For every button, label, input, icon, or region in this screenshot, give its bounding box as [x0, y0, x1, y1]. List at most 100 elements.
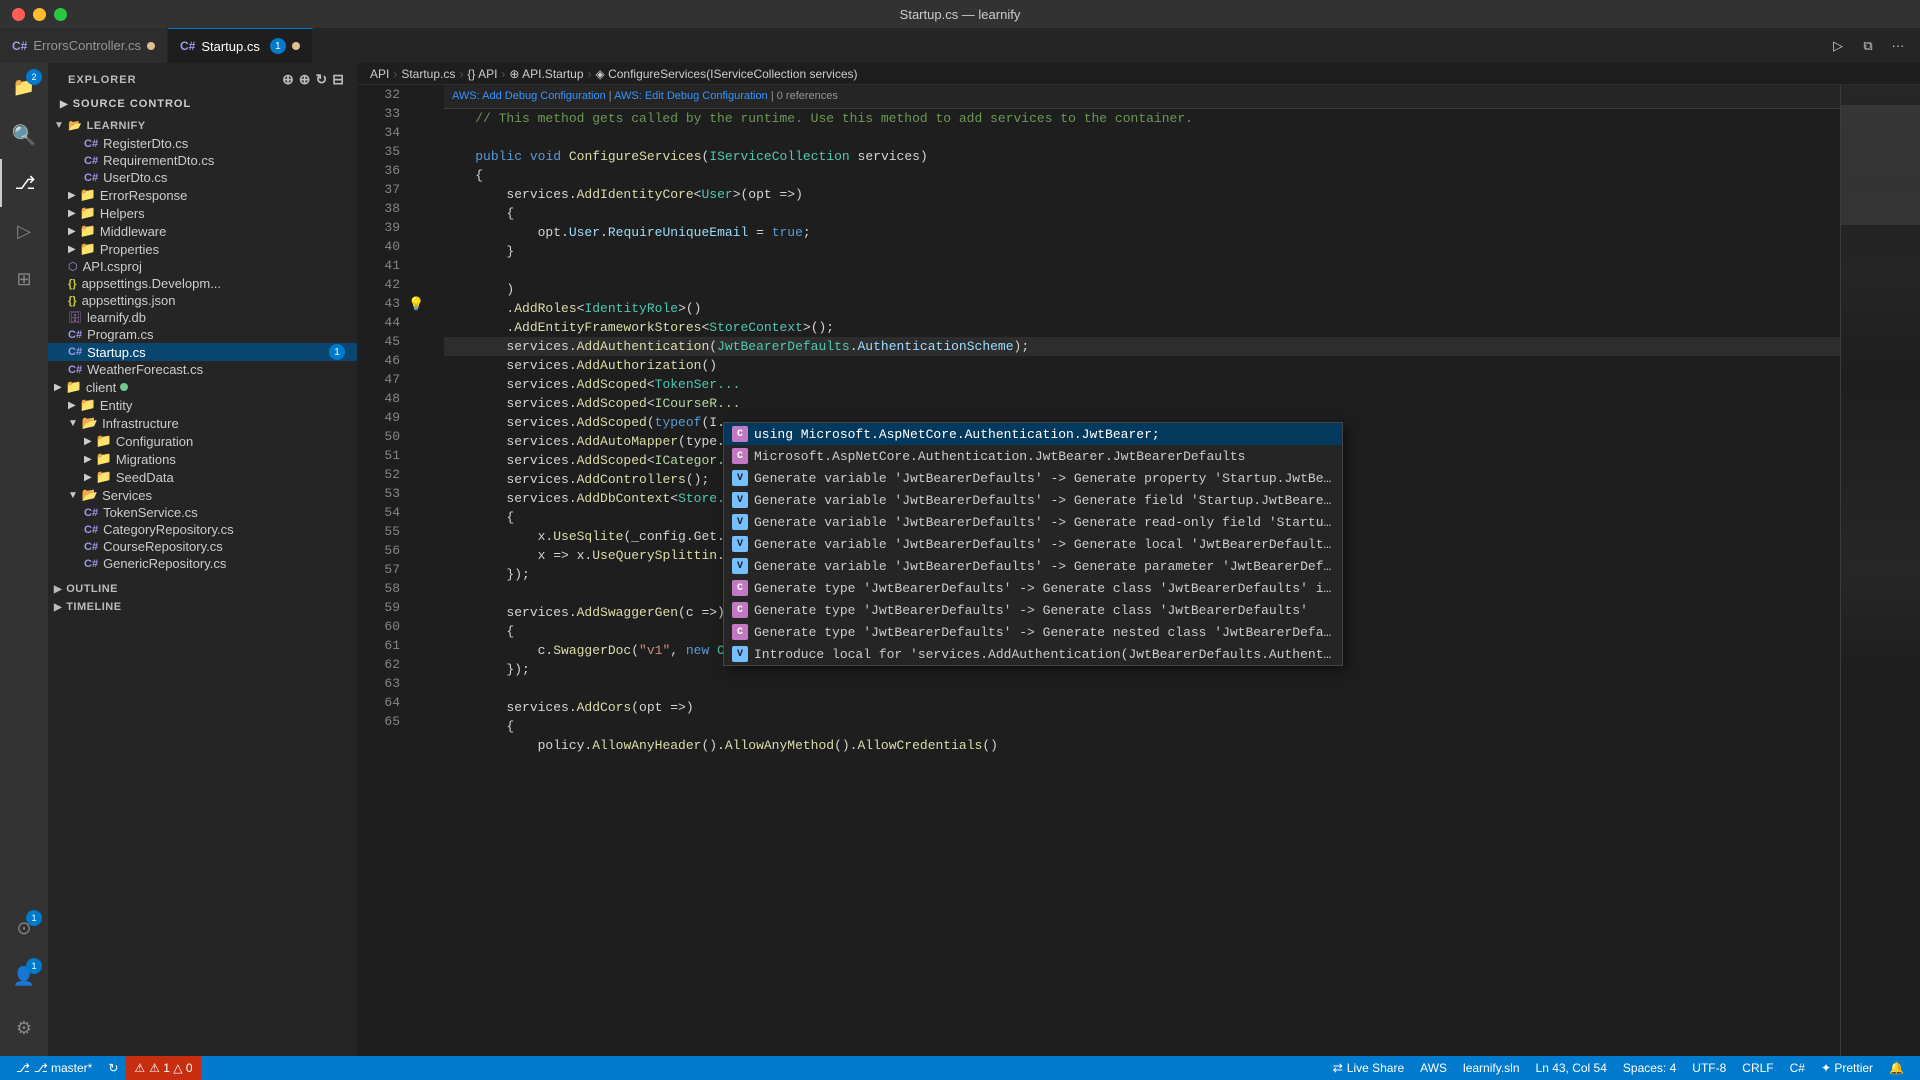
ac-item-11[interactable]: V Introduce local for 'services.AddAuthe… — [724, 643, 1342, 665]
folder-services[interactable]: ▼ 📂 Services — [48, 486, 357, 504]
aws-add-debug[interactable]: AWS: Add Debug Configuration — [452, 90, 606, 102]
csproj-icon: ⬡ — [68, 260, 78, 273]
file-courserepository[interactable]: C# CourseRepository.cs — [48, 538, 357, 555]
sb-language[interactable]: C# — [1782, 1056, 1813, 1080]
new-file-icon[interactable]: ⊕ — [282, 71, 295, 88]
outline-section[interactable]: ▶ OUTLINE — [48, 580, 357, 598]
gutter: 💡 — [408, 85, 428, 1056]
sb-prettier[interactable]: ✦ Prettier — [1813, 1056, 1881, 1080]
sb-spaces[interactable]: Spaces: 4 — [1615, 1056, 1684, 1080]
file-requirementdto[interactable]: C# RequirementDto.cs — [48, 152, 357, 169]
sb-errors[interactable]: ⚠ ⚠ 1 △ 0 — [126, 1056, 200, 1080]
sb-sync[interactable]: ↻ — [100, 1056, 126, 1080]
folder-seeddata[interactable]: ▶ 📁 SeedData — [48, 468, 357, 486]
cs-file-icon: C# — [84, 524, 98, 536]
tab-startup[interactable]: C# Startup.cs 1 — [168, 28, 313, 63]
ac-class-icon: C — [732, 448, 748, 464]
ac-item-2[interactable]: C Microsoft.AspNetCore.Authentication.Jw… — [724, 445, 1342, 467]
lightbulb-icon[interactable]: 💡 — [408, 294, 428, 313]
file-label: learnify.db — [87, 310, 146, 325]
tab-errorscontroller[interactable]: C# ErrorsController.cs — [0, 28, 168, 63]
activity-explorer[interactable]: 📁 2 — [0, 63, 48, 111]
folder-properties[interactable]: ▶ 📁 Properties — [48, 240, 357, 258]
breadcrumb-api[interactable]: API — [370, 67, 389, 81]
sb-aws[interactable]: AWS — [1412, 1056, 1455, 1080]
file-userdto[interactable]: C# UserDto.cs — [48, 169, 357, 186]
breadcrumb-api2[interactable]: {} API — [467, 67, 497, 81]
breadcrumb-configureservices[interactable]: ◈ ConfigureServices(IServiceCollection s… — [596, 67, 858, 81]
ac-item-7[interactable]: V Generate variable 'JwtBearerDefaults' … — [724, 555, 1342, 577]
minimize-button[interactable] — [33, 8, 46, 21]
ac-item-5[interactable]: V Generate variable 'JwtBearerDefaults' … — [724, 511, 1342, 533]
code-line-39: } — [444, 242, 1840, 261]
maximize-button[interactable] — [54, 8, 67, 21]
minimap-viewport[interactable] — [1841, 105, 1920, 225]
file-startupcs[interactable]: C# Startup.cs 1 — [48, 343, 357, 361]
file-registerdto[interactable]: C# RegisterDto.cs — [48, 135, 357, 152]
learnify-root[interactable]: ▼ 📂 LEARNIFY — [48, 116, 357, 135]
folder-client[interactable]: ▶ 📁 client — [48, 378, 357, 396]
run-button[interactable]: ▷ — [1824, 32, 1852, 60]
file-learnifydb[interactable]: 🗄 learnify.db — [48, 309, 357, 326]
activity-run[interactable]: ▷ — [0, 207, 48, 255]
refresh-icon[interactable]: ↻ — [316, 71, 329, 88]
close-button[interactable] — [12, 8, 25, 21]
folder-configuration[interactable]: ▶ 📁 Configuration — [48, 432, 357, 450]
sb-encoding[interactable]: UTF-8 — [1684, 1056, 1734, 1080]
timeline-section[interactable]: ▶ TIMELINE — [48, 598, 357, 616]
sb-liveshare[interactable]: ⇄ Live Share — [1325, 1056, 1412, 1080]
file-categoryrepository[interactable]: C# CategoryRepository.cs — [48, 521, 357, 538]
ac-item-9[interactable]: C Generate type 'JwtBearerDefaults' -> G… — [724, 599, 1342, 621]
folder-entity[interactable]: ▶ 📁 Entity — [48, 396, 357, 414]
collapse-all-icon[interactable]: ⊟ — [332, 71, 345, 88]
code-line-42: . AddRoles < IdentityRole >() — [444, 299, 1840, 318]
file-apicsproj[interactable]: ⬡ API.csproj — [48, 258, 357, 275]
split-editor-button[interactable]: ⧉ — [1854, 32, 1882, 60]
folder-label: Helpers — [100, 206, 145, 221]
ac-item-8[interactable]: C Generate type 'JwtBearerDefaults' -> G… — [724, 577, 1342, 599]
file-tokenservice[interactable]: C# TokenService.cs — [48, 504, 357, 521]
sb-branch[interactable]: ⎇ ⎇ master* — [8, 1056, 100, 1080]
ac-item-6[interactable]: V Generate variable 'JwtBearerDefaults' … — [724, 533, 1342, 555]
sb-filename[interactable]: learnify.sln — [1455, 1056, 1527, 1080]
statusbar: ⎇ ⎇ master* ↻ ⚠ ⚠ 1 △ 0 ⇄ Live Share AWS… — [0, 1056, 1920, 1080]
file-genericrepository[interactable]: C# GenericRepository.cs — [48, 555, 357, 572]
breadcrumb-startupcs[interactable]: Startup.cs — [401, 67, 455, 81]
activity-account[interactable]: 👤 1 — [0, 952, 48, 1000]
folder-middleware[interactable]: ▶ 📁 Middleware — [48, 222, 357, 240]
cs-file-icon: C# — [68, 329, 82, 341]
ac-item-1[interactable]: C using Microsoft.AspNetCore.Authenticat… — [724, 423, 1342, 445]
activity-remote[interactable]: ⊙ 1 — [0, 904, 48, 952]
aws-edit-debug[interactable]: AWS: Edit Debug Configuration — [614, 90, 768, 102]
ac-item-10[interactable]: C Generate type 'JwtBearerDefaults' -> G… — [724, 621, 1342, 643]
folder-helpers[interactable]: ▶ 📁 Helpers — [48, 204, 357, 222]
ac-item-4[interactable]: V Generate variable 'JwtBearerDefaults' … — [724, 489, 1342, 511]
activity-extensions[interactable]: ⊞ — [0, 255, 48, 303]
ac-item-3[interactable]: V Generate variable 'JwtBearerDefaults' … — [724, 467, 1342, 489]
file-appsettings[interactable]: {} appsettings.json — [48, 292, 357, 309]
file-programcs[interactable]: C# Program.cs — [48, 326, 357, 343]
new-folder-icon[interactable]: ⊕ — [299, 71, 312, 88]
chevron-icon: ▼ — [68, 490, 78, 501]
activity-search[interactable]: 🔍 — [0, 111, 48, 159]
explorer-badge: 2 — [26, 69, 42, 85]
sb-lineending[interactable]: CRLF — [1734, 1056, 1781, 1080]
gutter-line — [408, 142, 428, 161]
folder-infrastructure[interactable]: ▼ 📂 Infrastructure — [48, 414, 357, 432]
file-appsettingsdev[interactable]: {} appsettings.Developm... — [48, 275, 357, 292]
activity-sourcecontrol[interactable]: ⎇ — [0, 159, 48, 207]
folder-migrations[interactable]: ▶ 📁 Migrations — [48, 450, 357, 468]
file-weatherforecast[interactable]: C# WeatherForecast.cs — [48, 361, 357, 378]
ac-text: using Microsoft.AspNetCore.Authenticatio… — [754, 425, 1334, 444]
sb-position[interactable]: Ln 43, Col 54 — [1528, 1056, 1615, 1080]
more-actions-button[interactable]: ··· — [1884, 32, 1912, 60]
sb-notifications[interactable]: 🔔 — [1881, 1056, 1912, 1080]
error-icon: ⚠ — [134, 1061, 145, 1075]
activity-settings[interactable]: ⚙ — [0, 1004, 48, 1052]
folder-errorresponse[interactable]: ▶ 📁 ErrorResponse — [48, 186, 357, 204]
code-editor[interactable]: AWS: Add Debug Configuration | AWS: Edit… — [428, 85, 1840, 1056]
folder-label: Services — [102, 488, 152, 503]
source-control-section[interactable]: ▶ SOURCE CONTROL — [48, 92, 357, 116]
breadcrumb-apistartup[interactable]: ⊕ API.Startup — [509, 67, 583, 81]
json-icon: {} — [68, 278, 77, 290]
